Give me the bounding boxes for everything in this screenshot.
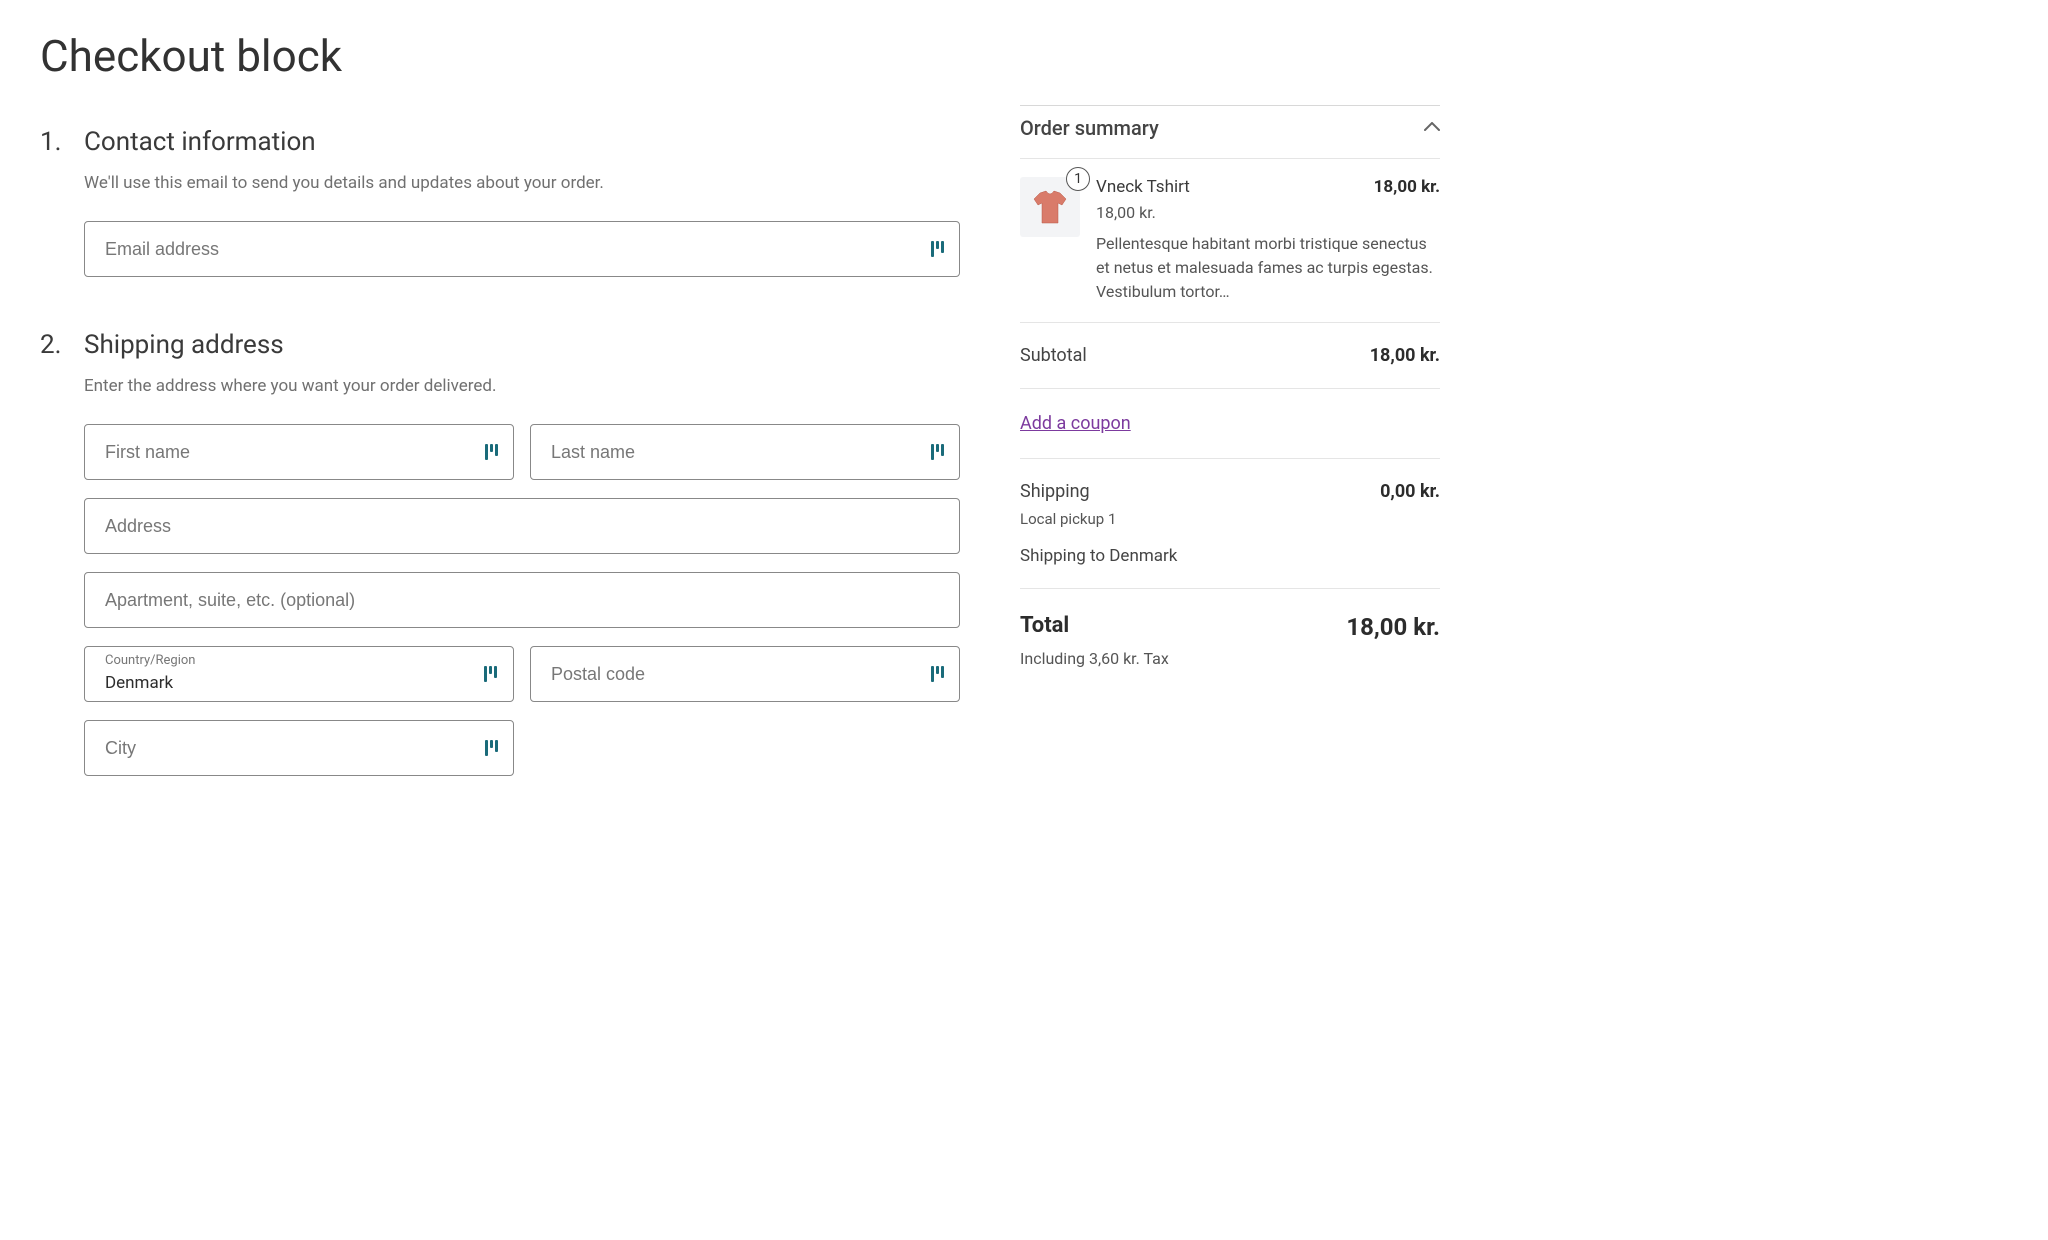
summary-header[interactable]: Order summary [1020, 105, 1440, 159]
tshirt-icon [1028, 185, 1072, 229]
order-summary: Order summary 1 Vneck Tshirt 18,00 kr. 1… [1020, 30, 1440, 829]
address2-input[interactable] [84, 572, 960, 628]
step-shipping: 2. Shipping address Enter the address wh… [40, 330, 960, 794]
total-block: Total 18,00 kr. Including 3,60 kr. Tax [1020, 589, 1440, 676]
step-number: 2. [40, 330, 64, 794]
item-name: Vneck Tshirt [1096, 177, 1190, 197]
shipping-to: Shipping to Denmark [1020, 546, 1440, 566]
country-value: Denmark [105, 673, 173, 693]
item-line-price: 18,00 kr. [1374, 177, 1440, 203]
city-input[interactable] [84, 720, 514, 776]
add-coupon-link[interactable]: Add a coupon [1020, 413, 1131, 434]
autofill-icon [485, 740, 498, 756]
shipping-label: Shipping [1020, 481, 1090, 502]
item-thumbnail: 1 [1020, 177, 1080, 237]
autofill-icon [484, 666, 497, 682]
total-value: 18,00 kr. [1346, 613, 1440, 641]
chevron-up-icon [1424, 120, 1440, 136]
autofill-icon [931, 241, 944, 257]
total-label: Total [1020, 613, 1069, 641]
page-title: Checkout block [40, 30, 960, 82]
summary-title: Order summary [1020, 116, 1159, 140]
last-name-input[interactable] [530, 424, 960, 480]
summary-item: 1 Vneck Tshirt 18,00 kr. 18,00 kr. Pelle… [1020, 159, 1440, 323]
item-unit-price: 18,00 kr. [1096, 203, 1440, 222]
first-name-input[interactable] [84, 424, 514, 480]
autofill-icon [485, 444, 498, 460]
country-select[interactable]: Country/Region Denmark [84, 646, 514, 702]
autofill-icon [931, 666, 944, 682]
subtotal-label: Subtotal [1020, 345, 1087, 366]
shipping-value: 0,00 kr. [1380, 481, 1440, 502]
subtotal-row: Subtotal 18,00 kr. [1020, 323, 1440, 389]
step-number: 1. [40, 127, 64, 295]
postal-code-input[interactable] [530, 646, 960, 702]
coupon-row: Add a coupon [1020, 389, 1440, 459]
step-desc-contact: We'll use this email to send you details… [84, 173, 960, 193]
shipping-method: Local pickup 1 [1020, 510, 1440, 528]
shipping-block: Shipping 0,00 kr. Local pickup 1 Shippin… [1020, 459, 1440, 589]
autofill-icon [931, 444, 944, 460]
email-input[interactable] [84, 221, 960, 277]
item-qty-badge: 1 [1066, 167, 1090, 191]
subtotal-value: 18,00 kr. [1370, 345, 1440, 366]
address-input[interactable] [84, 498, 960, 554]
step-title-contact: Contact information [84, 127, 960, 157]
step-contact: 1. Contact information We'll use this em… [40, 127, 960, 295]
step-title-shipping: Shipping address [84, 330, 960, 360]
country-label: Country/Region [105, 653, 195, 668]
step-desc-shipping: Enter the address where you want your or… [84, 376, 960, 396]
tax-note: Including 3,60 kr. Tax [1020, 649, 1440, 668]
item-description: Pellentesque habitant morbi tristique se… [1096, 232, 1440, 304]
